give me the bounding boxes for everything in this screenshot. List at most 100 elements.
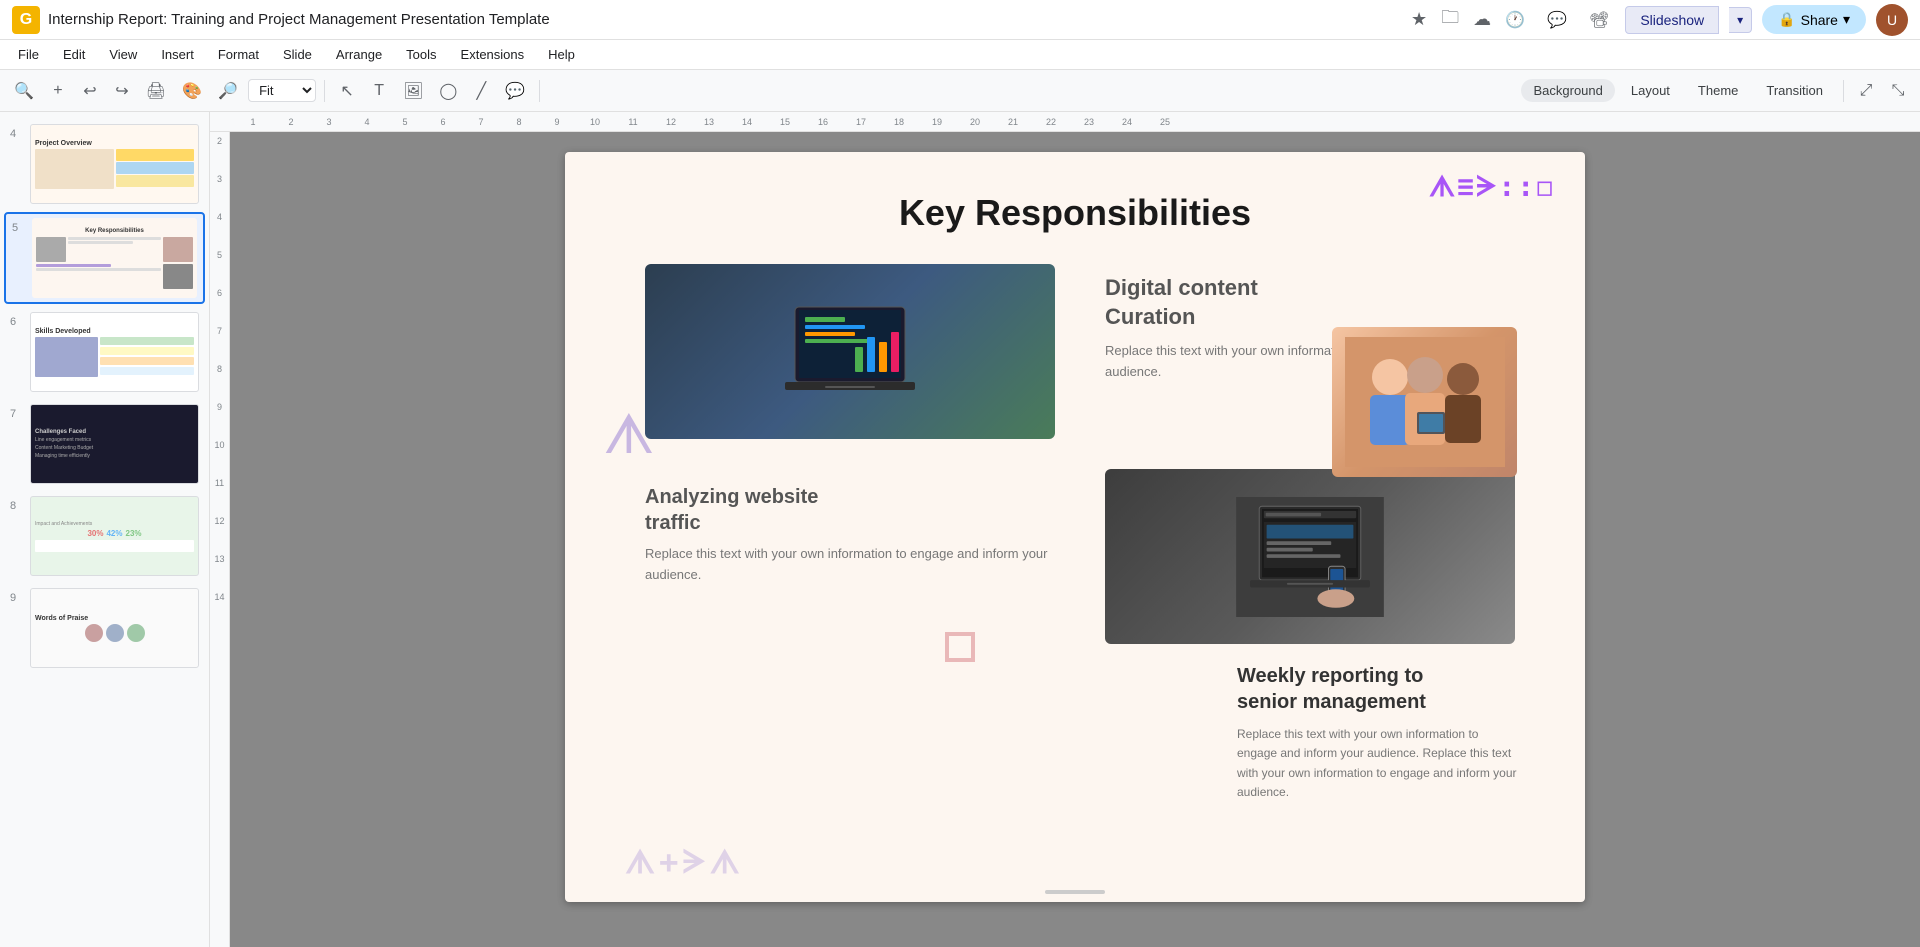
ruler-mark: 9 xyxy=(538,117,576,127)
ruler-mark: 22 xyxy=(1032,117,1070,127)
background-button[interactable]: Background xyxy=(1521,79,1614,102)
laptop2-image xyxy=(1105,469,1515,644)
menu-file[interactable]: File xyxy=(8,44,49,65)
main-area: 4 Project Overview 5 xyxy=(0,112,1920,947)
ruler-mark: 15 xyxy=(766,117,804,127)
ruler-mark: 12 xyxy=(652,117,690,127)
shape-tool[interactable]: ◯ xyxy=(433,77,463,105)
slideshow-dropdown-button[interactable]: ▾ xyxy=(1729,7,1752,33)
right-controls: 🕐 💬 📽 Slideshow ▾ 🔒 Share ▾ U xyxy=(1499,4,1908,36)
comment-icon[interactable]: 💬 xyxy=(1541,6,1573,34)
toolbar: 🔍 + ↩ ↪ 🖨 🎨 🔎 Fit 50% 75% 100% ↖ T 🖼 ◯ ╱… xyxy=(0,70,1920,112)
deco-bracket-left: ᗑ xyxy=(603,407,655,462)
ruler-mark: 18 xyxy=(880,117,918,127)
slide-thumb-8[interactable]: 8 Impact and Achievements 30% 42% 23% xyxy=(4,492,205,580)
title-bar: G Internship Report: Training and Projec… xyxy=(0,0,1920,40)
present-icon[interactable]: 📽 xyxy=(1583,6,1615,34)
menu-help[interactable]: Help xyxy=(538,44,585,65)
card-traffic-text: Replace this text with your own informat… xyxy=(645,544,1055,586)
card-website-traffic: Analyzing websitetraffic Replace this te… xyxy=(645,469,1055,644)
star-icon[interactable]: ★ xyxy=(1411,9,1427,30)
ruler-v-mark: 10 xyxy=(210,440,229,478)
ruler-v-mark: 2 xyxy=(210,136,229,174)
expand-icon[interactable]: ⤢ xyxy=(1852,78,1880,104)
slide-logo: ᗑ≡ᗒ::◻ xyxy=(1429,170,1555,204)
slide-preview-8: Impact and Achievements 30% 42% 23% xyxy=(30,496,199,576)
zoom-menu-button[interactable]: 🔎 xyxy=(212,77,244,105)
ruler-mark: 1 xyxy=(234,117,272,127)
slide-canvas: ᗑ≡ᗒ::◻ Key Responsibilities ᗑ + xyxy=(565,152,1585,902)
ruler-mark: 10 xyxy=(576,117,614,127)
layout-button[interactable]: Layout xyxy=(1619,79,1682,102)
menu-extensions[interactable]: Extensions xyxy=(451,44,535,65)
ruler-mark: 2 xyxy=(272,117,310,127)
menu-format[interactable]: Format xyxy=(208,44,269,65)
toolbar-separator-1 xyxy=(324,80,325,102)
slide-wrapper[interactable]: ᗑ≡ᗒ::◻ Key Responsibilities ᗑ + xyxy=(230,132,1920,947)
menu-view[interactable]: View xyxy=(99,44,147,65)
share-button[interactable]: 🔒 Share ▾ xyxy=(1762,5,1866,34)
menu-arrange[interactable]: Arrange xyxy=(326,44,392,65)
text-tool[interactable]: T xyxy=(365,78,393,104)
theme-button[interactable]: Theme xyxy=(1686,79,1750,102)
document-title: Internship Report: Training and Project … xyxy=(48,11,1397,28)
laptop2-svg xyxy=(1235,497,1385,617)
slide-preview-4: Project Overview xyxy=(30,124,199,204)
collapse-icon[interactable]: ⤡ xyxy=(1884,78,1912,104)
menu-bar: File Edit View Insert Format Slide Arran… xyxy=(0,40,1920,70)
comment-tool[interactable]: 💬 xyxy=(499,77,531,105)
undo-button[interactable]: ↩ xyxy=(76,77,104,105)
deco-square xyxy=(945,632,975,662)
print-button[interactable]: 🖨 xyxy=(140,77,172,105)
card-laptop2 xyxy=(1105,469,1515,644)
menu-insert[interactable]: Insert xyxy=(151,44,204,65)
ruler-mark: 19 xyxy=(918,117,956,127)
ruler-mark: 21 xyxy=(994,117,1032,127)
ruler-v-mark: 12 xyxy=(210,516,229,554)
menu-edit[interactable]: Edit xyxy=(53,44,95,65)
ruler-mark: 4 xyxy=(348,117,386,127)
redo-button[interactable]: ↪ xyxy=(108,77,136,105)
line-tool[interactable]: ╱ xyxy=(467,77,495,105)
slide-thumb-4[interactable]: 4 Project Overview xyxy=(4,120,205,208)
ruler-v-mark: 8 xyxy=(210,364,229,402)
cloud-icon[interactable]: ☁ xyxy=(1473,9,1491,30)
card-reporting-heading: Weekly reporting tosenior management xyxy=(1237,663,1517,715)
ruler-v-mark: 5 xyxy=(210,250,229,288)
bottom-deco-text: ᗑ+ᗒᗑ xyxy=(625,843,744,882)
menu-tools[interactable]: Tools xyxy=(396,44,446,65)
ruler-v-mark: 13 xyxy=(210,554,229,592)
transition-button[interactable]: Transition xyxy=(1754,79,1835,102)
zoom-in-button[interactable]: + xyxy=(44,78,72,104)
slide-thumb-7[interactable]: 7 Challenges Faced Line engagement metri… xyxy=(4,400,205,488)
ruler-mark: 16 xyxy=(804,117,842,127)
ruler-mark: 3 xyxy=(310,117,348,127)
slide-preview-7: Challenges Faced Line engagement metrics… xyxy=(30,404,199,484)
people-svg xyxy=(1345,337,1505,467)
slide-num-7: 7 xyxy=(10,408,24,420)
ruler-mark: 11 xyxy=(614,117,652,127)
ruler-mark: 14 xyxy=(728,117,766,127)
slideshow-button[interactable]: Slideshow xyxy=(1625,6,1719,34)
paint-format-button[interactable]: 🎨 xyxy=(176,77,208,105)
search-button[interactable]: 🔍 xyxy=(8,77,40,105)
slide-thumb-6[interactable]: 6 Skills Developed xyxy=(4,308,205,396)
slide-num-9: 9 xyxy=(10,592,24,604)
slide-thumb-9[interactable]: 9 Words of Praise xyxy=(4,584,205,672)
slide-area: 2 3 4 5 6 7 8 9 10 11 12 13 14 xyxy=(210,132,1920,947)
folder-icon[interactable]: 🗀 xyxy=(1441,5,1459,35)
horizontal-ruler: 1 2 3 4 5 6 7 8 9 10 11 12 13 14 15 16 1… xyxy=(210,112,1920,132)
content-grid: Digital contentCuration Replace this tex… xyxy=(565,244,1585,664)
zoom-select[interactable]: Fit 50% 75% 100% xyxy=(248,79,316,102)
ruler-v-mark: 14 xyxy=(210,592,229,630)
version-history-icon[interactable]: 🕐 xyxy=(1499,6,1531,34)
cursor-tool[interactable]: ↖ xyxy=(333,77,361,105)
slide-thumb-5[interactable]: 5 Key Responsibilities xyxy=(4,212,205,304)
slide-num-4: 4 xyxy=(10,128,24,140)
image-tool[interactable]: 🖼 xyxy=(397,77,429,105)
toolbar-separator-3 xyxy=(1843,80,1844,102)
card-reporting-text: Replace this text with your own informat… xyxy=(1237,725,1517,802)
user-avatar[interactable]: U xyxy=(1876,4,1908,36)
menu-slide[interactable]: Slide xyxy=(273,44,322,65)
slide-num-8: 8 xyxy=(10,500,24,512)
